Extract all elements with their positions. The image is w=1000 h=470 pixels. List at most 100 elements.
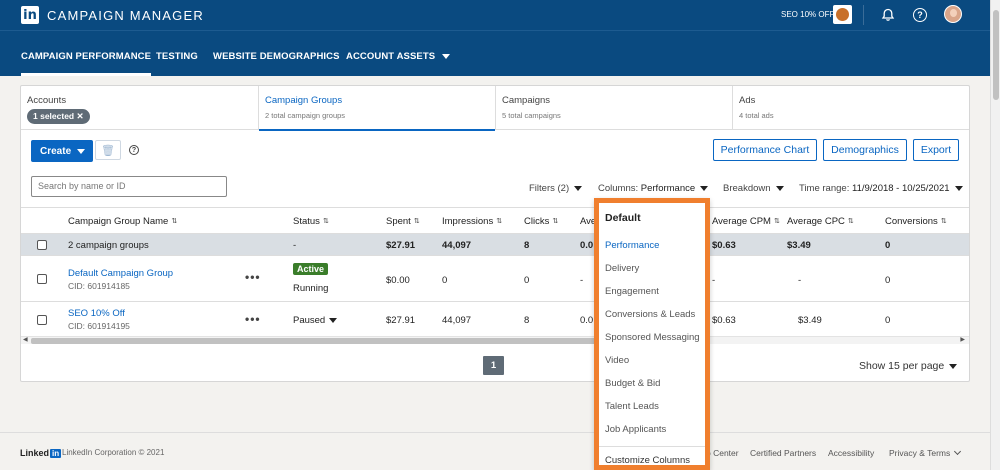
breakdown-label: Breakdown bbox=[723, 183, 771, 194]
nav-account-assets[interactable]: ACCOUNT ASSETS bbox=[346, 51, 451, 62]
sort-icon: ⇅ bbox=[496, 218, 503, 225]
status-dropdown[interactable]: Paused bbox=[293, 315, 338, 326]
chevron-down-icon bbox=[775, 185, 784, 191]
page-scrollbar[interactable] bbox=[990, 0, 1000, 470]
nav-account-assets-label: ACCOUNT ASSETS bbox=[346, 51, 436, 62]
col-status[interactable]: Status ⇅ bbox=[293, 216, 329, 227]
footer-link-help-center[interactable]: o Center bbox=[706, 448, 739, 458]
tab-campaigns[interactable]: Campaigns 5 total campaigns bbox=[496, 86, 733, 130]
page-1-button[interactable]: 1 bbox=[483, 356, 504, 375]
col-clicks-label: Clicks bbox=[524, 216, 550, 227]
linkedin-logo[interactable]: in bbox=[21, 6, 39, 24]
tab-campaign-groups[interactable]: Campaign Groups 2 total campaign groups bbox=[259, 86, 496, 131]
help-icon[interactable]: ? bbox=[129, 145, 139, 155]
row-conversions: 0 bbox=[885, 275, 891, 286]
performance-chart-button[interactable]: Performance Chart bbox=[713, 139, 817, 161]
columns-option-budget-bid[interactable]: Budget & Bid bbox=[605, 378, 660, 389]
columns-option-performance[interactable]: Performance bbox=[605, 240, 659, 251]
col-average-cpm[interactable]: Average CPM ⇅ bbox=[712, 216, 780, 227]
col-impressions[interactable]: Impressions ⇅ bbox=[442, 216, 502, 227]
select-all-checkbox[interactable] bbox=[37, 240, 47, 250]
trash-icon[interactable]: 🗑 bbox=[95, 140, 121, 160]
row-spent: $27.91 bbox=[386, 315, 416, 326]
row-ave: 0.0 bbox=[580, 315, 594, 326]
nav-website-demographics[interactable]: WEBSITE DEMOGRAPHICS bbox=[213, 51, 340, 62]
col-clicks[interactable]: Clicks ⇅ bbox=[524, 216, 558, 227]
status-dropdown-label: Paused bbox=[293, 315, 326, 326]
bell-icon[interactable] bbox=[879, 6, 897, 24]
per-page-dropdown[interactable]: Show 15 per page bbox=[859, 360, 958, 372]
footer-link-certified-partners[interactable]: Certified Partners bbox=[750, 448, 816, 458]
total-cpm: $0.63 bbox=[712, 240, 736, 251]
account-name[interactable]: SEO 10% OFF bbox=[781, 10, 834, 19]
campaign-card: Accounts 1 selected ✕ Campaign Groups 2 … bbox=[20, 85, 970, 382]
tab-campaign-groups-sub: 2 total campaign groups bbox=[265, 111, 346, 120]
tab-campaign-groups-title: Campaign Groups bbox=[265, 95, 343, 106]
export-button[interactable]: Export bbox=[913, 139, 959, 161]
account-logo-icon[interactable] bbox=[833, 5, 852, 24]
col-spent[interactable]: Spent ⇅ bbox=[386, 216, 420, 227]
breakdown-dropdown[interactable]: Breakdown bbox=[723, 183, 784, 194]
row-checkbox[interactable] bbox=[37, 274, 47, 284]
tab-campaigns-title: Campaigns bbox=[502, 95, 551, 106]
col-average-cpm-label: Average CPM bbox=[712, 216, 771, 227]
col-name[interactable]: Campaign Group Name ⇅ bbox=[68, 216, 177, 227]
columns-option-engagement[interactable]: Engagement bbox=[605, 286, 659, 297]
col-conversions[interactable]: Conversions ⇅ bbox=[885, 216, 947, 227]
create-button[interactable]: Create bbox=[31, 140, 93, 162]
chevron-down-icon bbox=[77, 148, 86, 154]
avatar[interactable] bbox=[944, 5, 962, 23]
columns-option-talent-leads[interactable]: Talent Leads bbox=[605, 401, 659, 412]
col-spent-label: Spent bbox=[386, 216, 411, 227]
app-title[interactable]: CAMPAIGN MANAGER bbox=[47, 8, 204, 23]
columns-option-sponsored-messaging[interactable]: Sponsored Messaging bbox=[605, 332, 700, 343]
page-scrollbar-thumb[interactable] bbox=[993, 10, 999, 100]
tab-ads[interactable]: Ads 4 total ads bbox=[733, 86, 969, 130]
help-icon[interactable]: ? bbox=[913, 8, 927, 22]
chevron-down-icon bbox=[574, 185, 583, 191]
columns-option-video[interactable]: Video bbox=[605, 355, 629, 366]
columns-option-delivery[interactable]: Delivery bbox=[605, 263, 639, 274]
time-range-dropdown[interactable]: Time range: 11/9/2018 - 10/25/2021 bbox=[799, 183, 963, 194]
footer-linkedin-logo[interactable]: Linked in bbox=[20, 448, 62, 458]
top-bar: in CAMPAIGN MANAGER SEO 10% OFF ? bbox=[0, 0, 990, 30]
tab-campaigns-sub: 5 total campaigns bbox=[502, 111, 561, 120]
campaign-group-link[interactable]: SEO 10% Off bbox=[68, 308, 125, 319]
columns-dropdown[interactable]: Columns: Performance bbox=[598, 183, 709, 194]
entity-tabs: Accounts 1 selected ✕ Campaign Groups 2 … bbox=[21, 86, 969, 131]
table-hscrollbar[interactable]: ◀ ▶ bbox=[21, 336, 969, 344]
more-actions-icon[interactable]: ••• bbox=[245, 270, 261, 284]
columns-label: Columns: bbox=[598, 183, 639, 194]
more-actions-icon[interactable]: ••• bbox=[245, 312, 261, 326]
demographics-button[interactable]: Demographics bbox=[823, 139, 907, 161]
search-input[interactable]: Search by name or ID bbox=[31, 176, 227, 197]
row-impressions: 44,097 bbox=[442, 315, 472, 326]
scroll-left-icon[interactable]: ◀ bbox=[23, 336, 28, 343]
customize-columns-button[interactable]: Customize Columns bbox=[605, 455, 690, 466]
table-row[interactable]: SEO 10% Off CID: 601914195 ••• Paused $2… bbox=[21, 301, 969, 337]
filters-dropdown[interactable]: Filters (2) bbox=[529, 183, 583, 194]
chevron-down-icon bbox=[949, 363, 958, 369]
col-average-cpc-label: Average CPC bbox=[787, 216, 845, 227]
footer-logo-text: Linked bbox=[20, 448, 50, 458]
table-hscrollbar-thumb[interactable] bbox=[31, 338, 601, 344]
nav-campaign-performance[interactable]: CAMPAIGN PERFORMANCE bbox=[21, 51, 152, 76]
row-cpc: $3.49 bbox=[798, 315, 822, 326]
campaign-group-link[interactable]: Default Campaign Group bbox=[68, 268, 173, 279]
col-average-cpc[interactable]: Average CPC ⇅ bbox=[787, 216, 854, 227]
nav-testing[interactable]: TESTING bbox=[156, 51, 198, 62]
footer-link-privacy-terms[interactable]: Privacy & Terms bbox=[889, 447, 962, 458]
tab-accounts[interactable]: Accounts 1 selected ✕ bbox=[21, 86, 259, 130]
time-range-value: 11/9/2018 - 10/25/2021 bbox=[851, 183, 950, 194]
columns-option-conversions-leads[interactable]: Conversions & Leads bbox=[605, 309, 695, 320]
total-ave: 0.0 bbox=[580, 240, 594, 251]
row-checkbox[interactable] bbox=[37, 315, 47, 325]
table-row[interactable]: Default Campaign Group CID: 601914185 ••… bbox=[21, 255, 969, 301]
accounts-selected-pill[interactable]: 1 selected ✕ bbox=[27, 109, 90, 124]
footer-link-accessibility[interactable]: Accessibility bbox=[828, 448, 874, 458]
columns-option-job-applicants[interactable]: Job Applicants bbox=[605, 424, 666, 435]
sort-icon: ⇅ bbox=[773, 218, 780, 225]
scroll-right-icon[interactable]: ▶ bbox=[960, 336, 965, 343]
columns-menu-divider bbox=[599, 446, 705, 447]
main-nav: CAMPAIGN PERFORMANCE TESTING WEBSITE DEM… bbox=[0, 30, 990, 76]
